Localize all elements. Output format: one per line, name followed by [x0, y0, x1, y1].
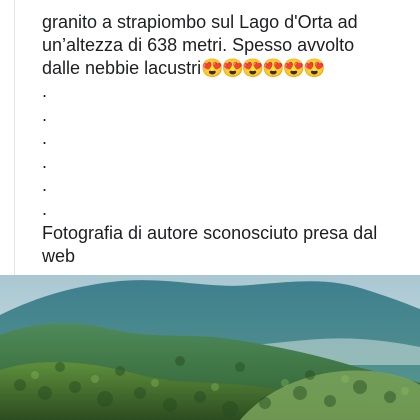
post-text-line: granito a strapiombo sul Lago d'Orta ad — [42, 12, 358, 32]
heart-eyes-emoji-icon: 😍😍😍😍😍😍 — [201, 58, 325, 78]
dot-separator: . — [42, 81, 48, 101]
post-card: granito a strapiombo sul Lago d'Orta ad … — [14, 0, 420, 275]
post-text-line: un’altezza di 638 metri. Spesso avvolto — [42, 35, 355, 55]
post-text-fragment: dalle nebbie lacustri — [42, 58, 202, 78]
dot-separator: . — [42, 175, 48, 196]
post-text: granito a strapiombo sul Lago d'Orta ad … — [42, 0, 420, 268]
dot-separator: . — [42, 128, 48, 149]
post-text-line: dalle nebbie lacustri😍😍😍😍😍😍 — [42, 57, 420, 80]
dot-separator: . — [42, 104, 48, 125]
dot-separator: . — [42, 198, 48, 219]
dot-separator: . — [42, 151, 48, 172]
mountain-landscape-icon — [0, 275, 420, 420]
mountain-landscape-photo[interactable] — [0, 275, 420, 420]
photo-credit-line: Fotografia di autore sconosciuto presa d… — [42, 222, 378, 243]
photo-credit-line: web — [42, 245, 76, 266]
